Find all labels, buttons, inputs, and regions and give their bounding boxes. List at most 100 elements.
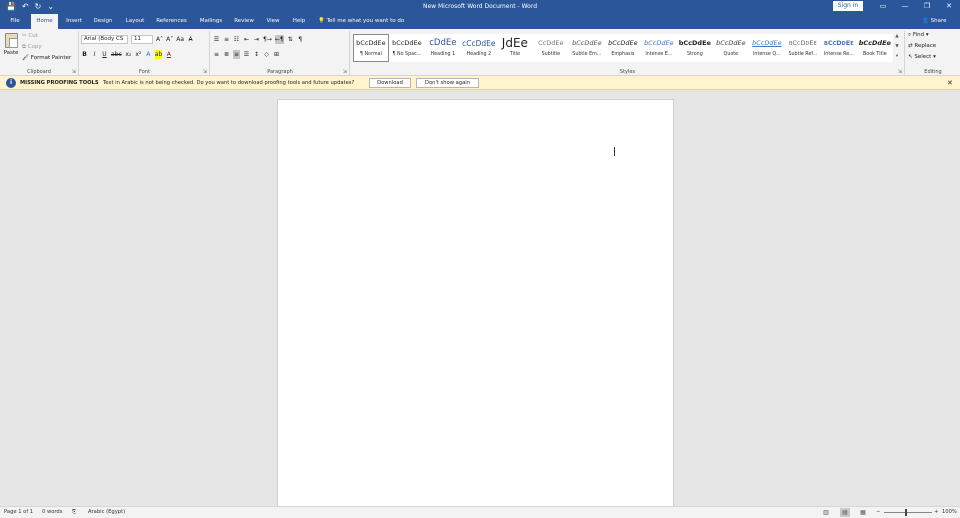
chevron-up-icon[interactable]: ▲ <box>893 32 901 42</box>
ltr-icon[interactable]: ¶→ <box>263 35 272 44</box>
format-painter-button[interactable]: 🖌 Format Painter <box>22 55 71 61</box>
style-strong[interactable]: bCcDdEe Strong <box>677 34 713 62</box>
zoom-slider[interactable] <box>884 512 932 513</box>
tab-references[interactable]: References <box>153 13 190 29</box>
style-heading-2[interactable]: cCcDdEe Heading 2 <box>461 34 497 62</box>
font-name-box[interactable]: Arial (Body CS <box>81 35 128 44</box>
style-book-title[interactable]: bCcDdEe Book Title <box>857 34 893 62</box>
shrink-font-icon[interactable]: A˅ <box>166 35 173 44</box>
highlight-button[interactable]: ab <box>154 50 163 59</box>
tab-home[interactable]: Home <box>31 14 58 29</box>
decrease-indent-icon[interactable]: ⇤ <box>243 35 250 44</box>
style-intense-quote[interactable]: bCcDdEe Intense Q... <box>749 34 785 62</box>
rtl-icon[interactable]: ←¶ <box>274 35 284 44</box>
tab-help[interactable]: Help <box>289 13 309 29</box>
borders-icon[interactable]: ⊞ <box>273 50 280 59</box>
style-subtle-reference[interactable]: bCcDdEe Subtle Ref... <box>785 34 821 62</box>
replace-button[interactable]: ⇄ Replace <box>908 43 936 49</box>
zoom-slider-thumb[interactable] <box>905 509 907 516</box>
select-button[interactable]: ↖ Select ▾ <box>908 54 936 60</box>
read-mode-icon[interactable]: ▥ <box>821 508 831 517</box>
style-normal[interactable]: bCcDdEe ¶ Normal <box>353 34 389 62</box>
download-button[interactable]: Download <box>369 78 411 88</box>
language-indicator[interactable]: Arabic (Egypt) <box>88 507 125 518</box>
zoom-level[interactable]: 100% <box>942 507 957 518</box>
style-quote[interactable]: bCcDdEe Quote <box>713 34 749 62</box>
minimize-icon[interactable]: — <box>894 0 916 13</box>
style-no-spacing[interactable]: bCcDdEe ¶ No Spac... <box>389 34 425 62</box>
copy-button[interactable]: ⧉ Copy <box>22 44 42 51</box>
text-effects-button[interactable]: A <box>145 50 152 59</box>
ribbon-display-options-icon[interactable]: ▭ <box>872 0 894 13</box>
dialog-launcher-icon[interactable]: ⇲ <box>203 69 207 75</box>
font-size-box[interactable]: 11 <box>131 35 153 44</box>
close-icon[interactable]: ✕ <box>938 0 960 13</box>
style-name: Intense E... <box>645 52 673 57</box>
web-layout-icon[interactable]: ▦ <box>858 508 868 517</box>
chevron-down-icon[interactable]: ▼ <box>893 42 901 52</box>
tab-view[interactable]: View <box>263 13 283 29</box>
document-page[interactable] <box>277 99 674 506</box>
style-subtle-emphasis[interactable]: bCcDdEe Subtle Em... <box>569 34 605 62</box>
proofing-icon[interactable]: ⎘ <box>72 507 76 518</box>
dialog-launcher-icon[interactable]: ⇲ <box>72 69 76 75</box>
close-icon[interactable]: ✕ <box>947 76 953 90</box>
share-button[interactable]: 👤 Share <box>922 13 946 29</box>
line-spacing-icon[interactable]: ↕ <box>253 50 260 59</box>
change-case-icon[interactable]: Aa <box>176 35 184 44</box>
align-right-icon[interactable]: ≡ <box>233 50 240 59</box>
clear-formatting-icon[interactable]: A̶ <box>187 35 194 44</box>
styles-gallery-scroll[interactable]: ▲ ▼ ▾ <box>893 32 901 62</box>
select-label: Select <box>914 54 932 60</box>
bullets-icon[interactable]: ☰ <box>213 35 220 44</box>
dont-show-again-button[interactable]: Don't show again <box>416 78 479 88</box>
style-heading-1[interactable]: cDdEe Heading 1 <box>425 34 461 62</box>
strikethrough-button[interactable]: abc <box>111 50 122 59</box>
show-marks-icon[interactable]: ¶ <box>297 35 304 44</box>
grow-font-icon[interactable]: A˄ <box>156 35 163 44</box>
print-layout-icon[interactable]: ▤ <box>840 508 850 517</box>
align-left-icon[interactable]: ≡ <box>213 50 220 59</box>
increase-indent-icon[interactable]: ⇥ <box>253 35 260 44</box>
style-intense-emphasis[interactable]: bCcDdEe Intense E... <box>641 34 677 62</box>
cut-button[interactable]: ✂ Cut <box>22 33 38 39</box>
page-count[interactable]: Page 1 of 1 <box>4 507 33 518</box>
style-preview: cDdEe <box>429 38 457 48</box>
align-center-icon[interactable]: ≣ <box>223 50 230 59</box>
style-title[interactable]: JdEe Title <box>497 34 533 62</box>
sign-in-button[interactable]: Sign in <box>833 1 863 11</box>
find-button[interactable]: ⌕ Find ▾ <box>908 32 929 39</box>
paste-button[interactable]: Paste <box>2 33 20 63</box>
shading-icon[interactable]: ◇ <box>263 50 270 59</box>
zoom-in-button[interactable]: + <box>934 507 938 518</box>
superscript-button[interactable]: x² <box>135 50 142 59</box>
zoom-out-button[interactable]: − <box>876 507 880 518</box>
sort-icon[interactable]: ⇅ <box>287 35 294 44</box>
tab-mailings[interactable]: Mailings <box>196 13 226 29</box>
tab-layout[interactable]: Layout <box>120 13 150 29</box>
word-count[interactable]: 0 words <box>42 507 62 518</box>
style-subtitle[interactable]: CcDdEe Subtitle <box>533 34 569 62</box>
tab-review[interactable]: Review <box>231 13 257 29</box>
style-name: Heading 1 <box>430 52 456 57</box>
dialog-launcher-icon[interactable]: ⇲ <box>898 69 902 75</box>
tab-insert[interactable]: Insert <box>62 13 86 29</box>
restore-icon[interactable]: ❐ <box>916 0 938 13</box>
font-color-button[interactable]: A <box>165 50 172 59</box>
justify-icon[interactable]: ☰ <box>243 50 250 59</box>
dialog-launcher-icon[interactable]: ⇲ <box>343 69 347 75</box>
bold-button[interactable]: B <box>81 50 88 59</box>
style-intense-reference[interactable]: bCcDdEe Intense Re... <box>821 34 857 62</box>
style-emphasis[interactable]: bCcDdEe Emphasis <box>605 34 641 62</box>
italic-button[interactable]: I <box>91 50 98 59</box>
multilevel-list-icon[interactable]: ☷ <box>233 35 240 44</box>
style-name: Title <box>509 52 520 57</box>
tell-me-search[interactable]: 💡 Tell me what you want to do <box>318 13 404 29</box>
more-styles-icon[interactable]: ▾ <box>893 52 901 62</box>
underline-button[interactable]: U <box>101 50 108 59</box>
numbering-icon[interactable]: ≡ <box>223 35 230 44</box>
message-text: Text in Arabic is not being checked. Do … <box>103 80 355 86</box>
tab-design[interactable]: Design <box>90 13 116 29</box>
tab-file[interactable]: File <box>4 13 26 29</box>
subscript-button[interactable]: x₂ <box>125 50 132 59</box>
